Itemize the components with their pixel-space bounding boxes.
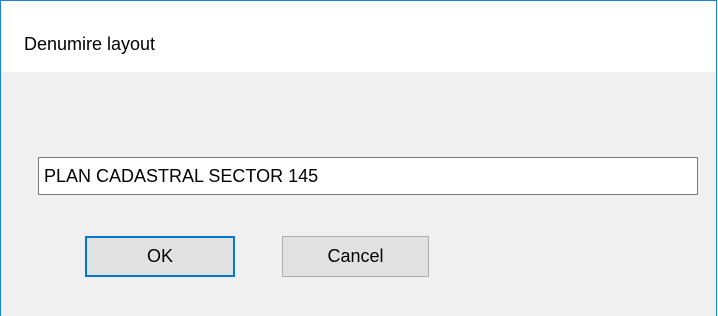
dialog-window: Denumire layout OK Cancel [0, 0, 717, 316]
dialog-title: Denumire layout [24, 34, 156, 54]
title-bar[interactable]: Denumire layout [1, 1, 716, 72]
cancel-button[interactable]: Cancel [282, 236, 429, 277]
ok-button[interactable]: OK [85, 236, 235, 277]
dialog-content: OK Cancel [1, 72, 716, 316]
layout-name-input[interactable] [38, 157, 698, 195]
